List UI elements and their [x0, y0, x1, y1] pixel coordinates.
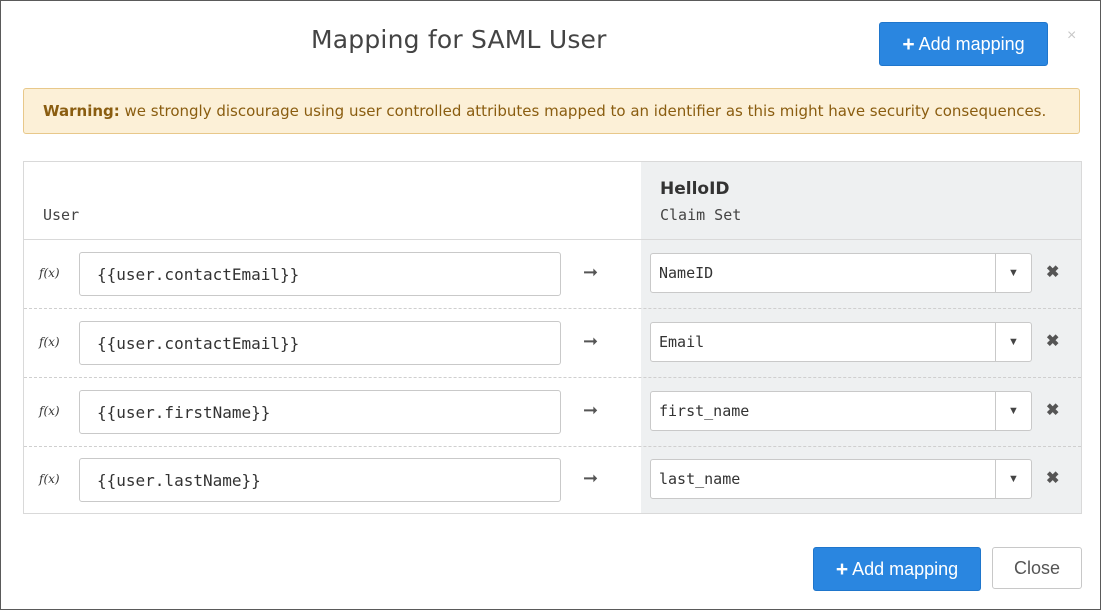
claim-select[interactable]: last_name ▼	[650, 459, 1032, 499]
chevron-down-icon: ▼	[995, 460, 1031, 498]
add-mapping-label: Add mapping	[918, 33, 1025, 54]
arrow-right-icon: ➞	[583, 400, 599, 420]
expression-input[interactable]	[79, 390, 561, 434]
claim-select[interactable]: Email ▼	[650, 322, 1032, 362]
expression-input[interactable]	[79, 458, 561, 502]
mapping-row: f(x) ➞ last_name ▼ ✖	[24, 446, 1081, 514]
arrow-right-icon: ➞	[583, 262, 599, 282]
claim-select-value: last_name	[659, 470, 741, 488]
add-mapping-button-bottom[interactable]: + Add mapping	[813, 547, 981, 591]
mapping-row: f(x) ➞ NameID ▼ ✖	[24, 240, 1081, 308]
expression-input[interactable]	[79, 252, 561, 296]
plus-icon: +	[902, 32, 915, 56]
function-icon: f(x)	[39, 404, 60, 418]
warning-alert: Warning: we strongly discourage using us…	[23, 88, 1080, 134]
add-mapping-button-top[interactable]: + Add mapping	[879, 22, 1048, 66]
claim-select[interactable]: first_name ▼	[650, 391, 1032, 431]
remove-icon[interactable]: ✖	[1046, 400, 1059, 420]
claim-column-title: HelloID	[660, 179, 730, 199]
close-icon[interactable]: ×	[1067, 27, 1076, 45]
claim-column-subtitle: Claim Set	[660, 206, 742, 224]
close-button[interactable]: Close	[992, 547, 1082, 589]
chevron-down-icon: ▼	[995, 323, 1031, 361]
claim-select-value: Email	[659, 333, 705, 351]
mapping-dialog: Mapping for SAML User + Add mapping × Wa…	[0, 0, 1101, 610]
plus-icon: +	[835, 557, 849, 581]
mapping-row: f(x) ➞ first_name ▼ ✖	[24, 378, 1081, 446]
add-mapping-label: Add mapping	[852, 558, 959, 579]
warning-label: Warning:	[43, 102, 120, 120]
expression-input[interactable]	[79, 321, 561, 365]
warning-text: we strongly discourage using user contro…	[119, 102, 1047, 120]
arrow-right-icon: ➞	[583, 468, 599, 488]
dialog-title: Mapping for SAML User	[311, 25, 607, 54]
function-icon: f(x)	[39, 335, 60, 349]
arrow-right-icon: ➞	[583, 331, 599, 351]
claim-select-value: NameID	[659, 264, 714, 282]
claim-select-value: first_name	[659, 402, 750, 420]
mapping-row: f(x) ➞ Email ▼ ✖	[24, 309, 1081, 377]
chevron-down-icon: ▼	[995, 392, 1031, 430]
function-icon: f(x)	[39, 266, 60, 280]
function-icon: f(x)	[39, 472, 60, 486]
claim-select[interactable]: NameID ▼	[650, 253, 1032, 293]
mapping-table: User HelloID Claim Set f(x) ➞ NameID ▼ ✖…	[23, 161, 1082, 514]
chevron-down-icon: ▼	[995, 254, 1031, 292]
remove-icon[interactable]: ✖	[1046, 262, 1059, 282]
user-column-header: User	[43, 206, 80, 224]
remove-icon[interactable]: ✖	[1046, 468, 1059, 488]
remove-icon[interactable]: ✖	[1046, 331, 1059, 351]
